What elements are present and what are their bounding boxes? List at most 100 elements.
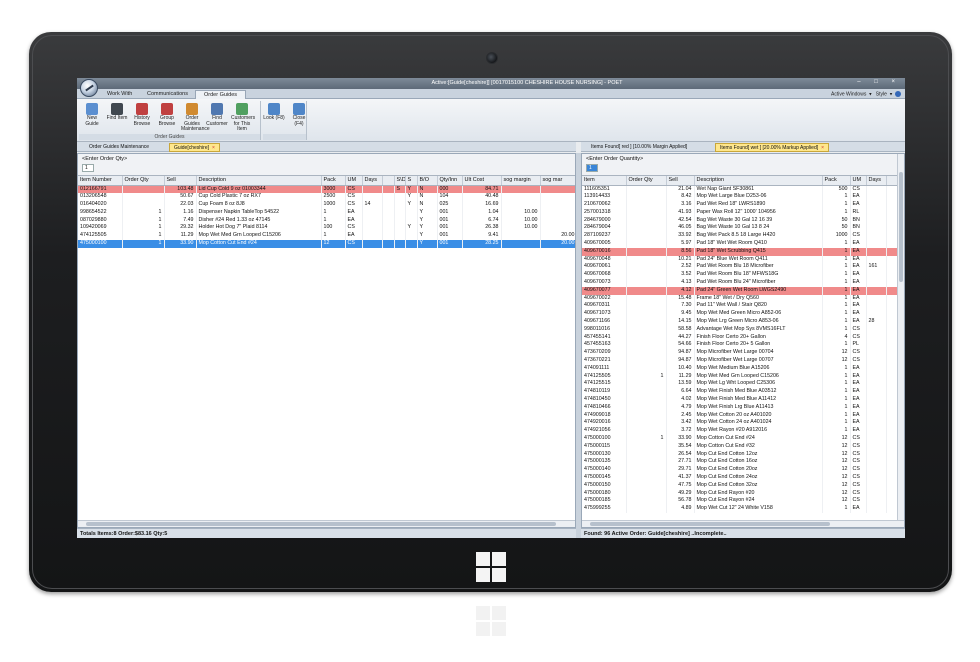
table-row[interactable]: 475000140 29.71 Mop Cut End Cotton 20oz 12 C… [582,466,899,474]
column-header[interactable]: Item Number [78,176,123,186]
tab-order-guides-maintenance[interactable]: Order Guides Maintenance [85,143,153,152]
tab-work-with[interactable]: Work With [99,90,140,99]
table-row[interactable]: 474810119 6.64 Mop Wet Finish Med Blue A03… [582,388,899,397]
ribbon-button-4[interactable]: Order Guides Maintenance [181,103,210,133]
table-row[interactable]: 210670062 3.16 Pad Wet Red 18" LWRS1890 1 EA [582,201,899,209]
right-horizontal-scrollbar[interactable] [582,520,904,527]
windows-logo-icon[interactable] [476,552,506,582]
table-row[interactable]: 475000130 26.54 Mop Cut End Cotton 12oz 12 C… [582,450,899,459]
order-qty-input[interactable]: 1 [82,164,94,172]
column-header[interactable]: S [405,176,418,186]
scroll-thumb[interactable] [86,522,556,526]
scroll-thumb[interactable] [899,172,903,282]
close-tab-icon[interactable]: × [821,145,824,151]
column-header[interactable]: Ult Cost [462,176,502,186]
column-header[interactable]: sog mar [540,176,575,186]
table-row[interactable]: 111605351 21.04 Wet Nap Giant SF30861 500 CS [582,185,899,194]
table-row[interactable]: 475000180 49.29 Mop Cut End Rayon #20 12 CS [582,489,899,498]
table-row[interactable]: 475000100 1 33.90 Mop Cotton Cut End #24 12 C… [78,240,575,248]
column-header[interactable]: UM [345,176,363,186]
help-icon[interactable] [895,91,901,97]
table-row[interactable]: 012166791 103.48 Lid Cup Cold 9 oz 0100334… [78,185,575,194]
column-header[interactable]: sog margin [501,176,541,186]
table-row[interactable]: 409671073 9.45 Mop Wet Med Green Micro A85… [582,310,899,319]
table-row[interactable]: 473670221 94.87 Mop Microfiber Wet Large 0… [582,357,899,365]
table-row[interactable]: 474125505 1 11.29 Mop Wet Med Grn Looped C1… [582,372,899,381]
table-row[interactable]: 409670061 2.52 Pad Wet Room Blu 18 Microfi… [582,263,899,272]
tab-items-found-wet[interactable]: Items Found[ wet ] [20.00% Markup Applie… [715,143,830,152]
table-row[interactable]: 409670016 8.56 Pad 18" Wet Scrubbing Q415 1… [582,247,899,256]
column-header[interactable]: Item [582,176,627,186]
table-row[interactable]: 109420069 1 29.32 Holder Hot Dog 7" Plaid 8… [78,224,575,233]
right-vertical-scrollbar[interactable] [897,154,904,520]
table-row[interactable]: 474125515 13.59 Mop Wet Lg Wht Looped C253… [582,380,899,389]
table-row[interactable]: 474810450 4.02 Mop Wet Finish Med Blue A11… [582,396,899,404]
table-row[interactable]: 474909018 2.45 Mop Wet Cotton 20 oz A40102… [582,411,899,420]
table-row[interactable]: 998011016 58.58 Advantage Wet Mop Sys 8VMS… [582,325,899,334]
table-row[interactable]: 475000185 56.78 Mop Cut End Rayon #24 12 CS [582,497,899,506]
column-header[interactable]: Sell [666,176,695,186]
ribbon-button-6[interactable]: Customers for This Item [231,103,255,133]
tab-communications[interactable]: Communications [139,90,196,99]
tab-order-guides[interactable]: Order Guides [195,90,247,99]
column-header[interactable]: Days [362,176,383,186]
tab-items-found-red[interactable]: Items Found[ red ] [10.00% Margin Applie… [587,143,691,152]
column-header[interactable]: Pack [321,176,346,186]
table-row[interactable]: 287109237 33.92 Bag Wet Pack 8.5 18 Large … [582,232,899,241]
table-row[interactable]: 284679000 42.54 Bag Wet Waste 30 Gal 12 16… [582,216,899,225]
column-header[interactable]: B/O [417,176,438,186]
column-header[interactable]: Description [196,176,322,186]
table-row[interactable]: 475000100 1 33.90 Mop Cotton Cut End #24 12 C… [582,435,899,443]
column-header[interactable]: Order Qty [626,176,667,186]
column-header[interactable]: S\D [394,176,406,186]
left-horizontal-scrollbar[interactable] [78,520,575,527]
table-row[interactable]: 457455163 54.66 Finish Floor Certo 20+ 5 G… [582,341,899,350]
order-quantity-input[interactable]: 1 [586,164,598,172]
table-row[interactable]: 998654522 1 1.16 Dispenser Napkin TableTop … [78,208,575,217]
window-controls[interactable]: – □ × [857,79,901,85]
ribbon-button-2[interactable]: History Browse [131,103,153,127]
ribbon-button-0[interactable]: New Guide [81,103,103,127]
table-row[interactable]: 475999255 4.89 Mop Wet Cut 12" 24 White V1… [582,505,899,513]
table-row[interactable]: 474125505 1 11.29 Mop Wet Med Grn Looped C1… [78,232,575,241]
close-tab-icon[interactable]: × [212,145,215,151]
table-row[interactable]: 409670077 4.12 Pad 24" Green Wet Room LWGS… [582,286,899,295]
table-row[interactable]: 284679004 46.05 Bag Wet Waste 10 Gal 13 8 … [582,224,899,233]
table-row[interactable]: 257001318 41.93 Paper Wax Roll 12" 1000' 1… [582,208,899,217]
table-row[interactable]: 013206548 50.67 Cup Cold Plastic 7 oz RX7 2… [78,193,575,202]
table-row[interactable]: 473670209 94.87 Mop Microfiber Wet Large 0… [582,349,899,358]
column-header[interactable]: Order Qty [122,176,165,186]
column-header[interactable]: Pack [822,176,851,186]
nav-button-1[interactable]: Close (F4) [288,103,310,127]
nav-button-0[interactable]: Look (F8) [263,103,285,122]
table-row[interactable]: 087029880 1 7.49 Disher #24 Red 1.33 oz 471… [78,216,575,225]
table-row[interactable]: 474810466 4.79 Mop Wet Finish Lrg Blue A11… [582,403,899,412]
table-row[interactable]: 113914433 8.42 Mop Wet Large Blue D253-06 1… [582,193,899,202]
table-row[interactable]: 409670022 15.48 Frame 18" Wet / Dry Q560 1 E… [582,294,899,303]
ribbon-button-1[interactable]: Find Item [106,103,128,122]
app-menu-orb-icon[interactable] [80,79,98,97]
table-row[interactable]: 475000115 35.54 Mop Cotton Cut End #32 12 CS [582,442,899,451]
scroll-thumb[interactable] [590,522,830,526]
table-row[interactable]: 409670068 3.52 Pad Wet Room Blu 18" MFWS18… [582,271,899,280]
table-row[interactable]: 016404020 22.03 Cup Foam 8 oz 8J8 1000 CS 14 Y… [78,201,575,209]
table-row[interactable]: 475000150 47.75 Mop Cut End Cotton 32oz 12 C… [582,481,899,490]
table-row[interactable]: 409671166 14.15 Mop Wet Lrg Green Micro A8… [582,318,899,326]
table-row[interactable]: 474091111 10.40 Mop Wet Medium Blue A15206… [582,364,899,373]
table-row[interactable]: 409670048 10.21 Pad 24" Blue Wet Room Q411… [582,255,899,264]
column-header[interactable]: Days [866,176,887,186]
table-row[interactable]: 475000145 41.37 Mop Cut End Cotton 24oz 12 C… [582,473,899,482]
table-row[interactable]: 457455141 44.27 Finish Floor Certo 20+ Gal… [582,333,899,342]
table-row[interactable]: 409670005 5.97 Pad 18" Wet Wet Room Q410 1 E… [582,240,899,248]
table-row[interactable]: 474920016 3.42 Mop Wet Cotton 24 oz A40102… [582,419,899,428]
table-row[interactable]: 474921056 3.72 Mop Wet Rayon #20 A912016 1 E… [582,427,899,435]
tab-guide-cheshire[interactable]: Guide[cheshire] × [169,143,220,152]
table-row[interactable]: 409670311 7.30 Pad 11" Wet Wall / Stair Q8… [582,302,899,311]
style-menu[interactable]: Style [876,91,887,97]
active-windows-menu[interactable]: Active Windows [831,91,866,97]
column-header[interactable]: Qty/Inn [437,176,463,186]
column-header[interactable]: Description [694,176,823,186]
ribbon-button-5[interactable]: Find Customer [206,103,228,127]
column-header[interactable]: UM [850,176,867,186]
column-header[interactable] [382,176,395,186]
